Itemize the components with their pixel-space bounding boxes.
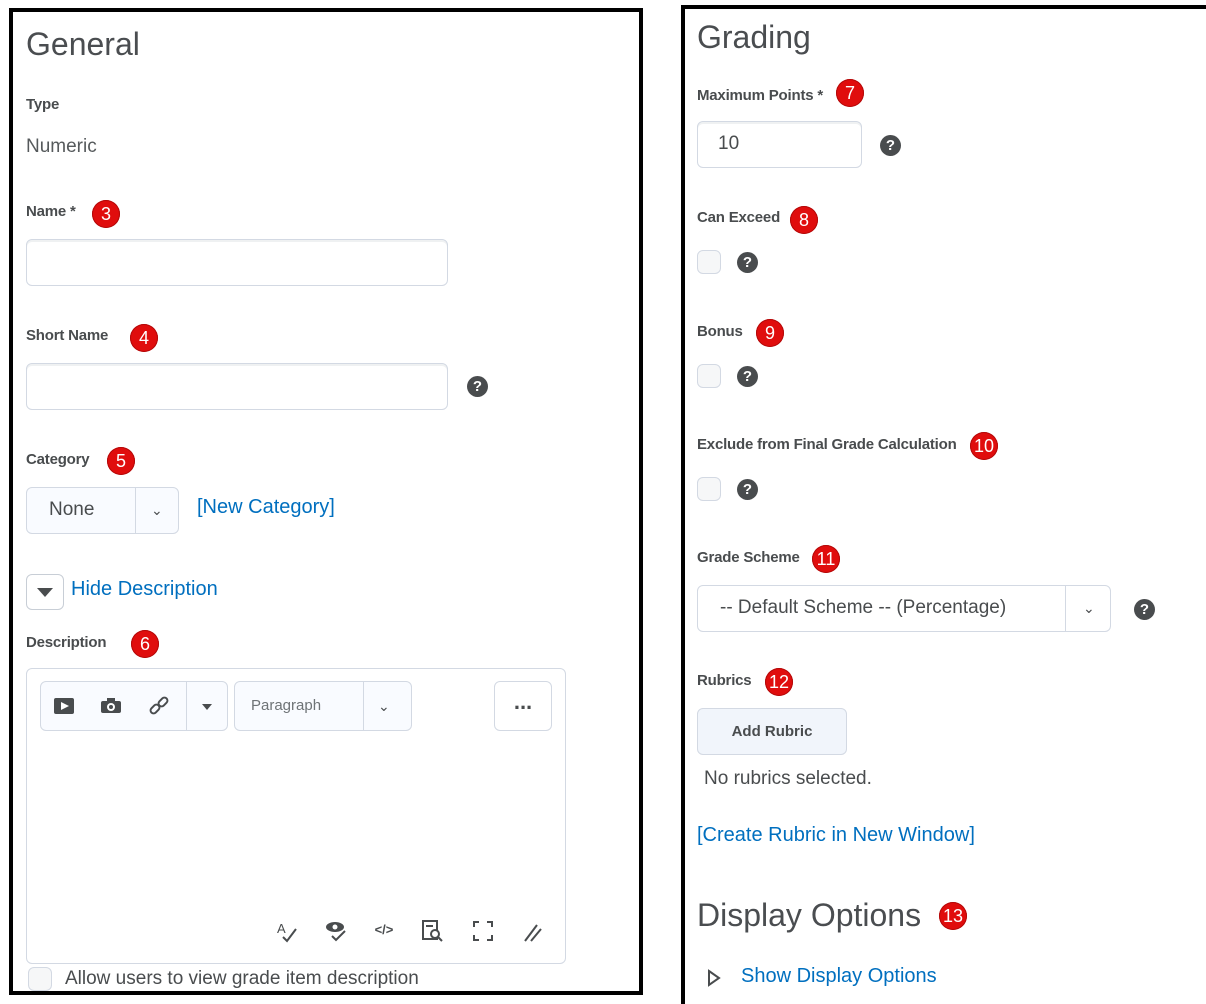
annotation-badge-10: 10 [970, 432, 998, 460]
chevron-down-icon: ⌄ [378, 698, 390, 714]
can-exceed-checkbox[interactable] [697, 250, 721, 274]
annotation-badge-6: 6 [131, 630, 159, 658]
grading-panel: Grading Maximum Points * 7 10 ? Can Exce… [681, 5, 1206, 1004]
bonus-checkbox[interactable] [697, 364, 721, 388]
chevron-down-icon: ⌄ [1083, 600, 1095, 616]
bonus-help-icon[interactable]: ? [737, 366, 758, 387]
more-options-button[interactable]: ... [494, 681, 552, 731]
camera-icon[interactable] [99, 696, 123, 716]
new-category-link[interactable]: [New Category] [197, 496, 335, 519]
bonus-label: Bonus [697, 323, 743, 340]
annotation-badge-13: 13 [939, 902, 967, 930]
type-label: Type [26, 96, 60, 113]
fullscreen-icon[interactable] [471, 919, 495, 943]
name-label: Name * [26, 203, 76, 220]
general-panel: General Type Numeric Name * 3 Short Name… [9, 8, 643, 995]
can-exceed-help-icon[interactable]: ? [737, 252, 758, 273]
svg-text:A: A [277, 921, 286, 936]
add-rubric-button[interactable]: Add Rubric [697, 708, 847, 755]
annotation-badge-8: 8 [790, 206, 818, 234]
exclude-help-icon[interactable]: ? [737, 479, 758, 500]
hide-description-toggle[interactable] [26, 574, 64, 610]
format-selected-value: Paragraph [251, 697, 322, 714]
short-name-label: Short Name [26, 327, 109, 344]
display-options-title: Display Options [697, 897, 922, 933]
hide-description-link[interactable]: Hide Description [71, 578, 218, 601]
create-rubric-link[interactable]: [Create Rubric in New Window] [697, 824, 975, 847]
category-select[interactable]: None ⌄ [26, 487, 179, 534]
allow-view-description-label: Allow users to view grade item descripti… [65, 968, 419, 989]
general-title: General [26, 26, 140, 62]
annotation-badge-5: 5 [107, 447, 135, 475]
exclude-label: Exclude from Final Grade Calculation [697, 436, 957, 453]
video-icon[interactable] [53, 696, 75, 716]
max-points-help-icon[interactable]: ? [880, 135, 901, 156]
annotation-badge-9: 9 [756, 319, 784, 347]
show-display-options-link[interactable]: Show Display Options [741, 965, 937, 988]
can-exceed-label: Can Exceed [697, 209, 781, 226]
caret-down-icon [37, 588, 53, 597]
category-label: Category [26, 451, 90, 468]
grade-scheme-help-icon[interactable]: ? [1134, 599, 1155, 620]
annotation-badge-4: 4 [130, 324, 158, 352]
no-rubrics-text: No rubrics selected. [704, 768, 872, 789]
name-input[interactable] [26, 239, 448, 286]
annotation-badge-3: 3 [92, 200, 120, 228]
description-editor[interactable]: Paragraph ⌄ ... A </> [26, 668, 566, 964]
rubrics-label: Rubrics [697, 672, 752, 689]
allow-view-description-checkbox[interactable] [28, 967, 52, 991]
type-value: Numeric [26, 136, 97, 157]
editor-insert-toolbar [40, 681, 228, 731]
annotation-badge-11: 11 [812, 545, 840, 573]
resize-icon[interactable] [521, 921, 543, 943]
grade-scheme-label: Grade Scheme [697, 549, 800, 566]
annotation-badge-12: 12 [765, 668, 793, 696]
format-select[interactable]: Paragraph ⌄ [234, 681, 412, 731]
annotation-badge-7: 7 [836, 79, 864, 107]
source-code-icon[interactable]: </> [372, 922, 396, 940]
grading-title: Grading [697, 19, 811, 55]
spellcheck-icon[interactable]: A [275, 919, 299, 943]
short-name-input[interactable] [26, 363, 448, 410]
chevron-down-icon: ⌄ [151, 502, 163, 518]
accessibility-check-icon[interactable] [323, 919, 349, 943]
grade-scheme-select[interactable]: -- Default Scheme -- (Percentage) ⌄ [697, 585, 1111, 632]
max-points-label: Maximum Points * [697, 87, 823, 104]
grade-scheme-selected-value: -- Default Scheme -- (Percentage) [720, 597, 1007, 618]
category-selected-value: None [49, 499, 95, 520]
description-label: Description [26, 634, 107, 651]
dropdown-icon[interactable] [197, 700, 217, 714]
caret-right-icon[interactable] [707, 969, 721, 987]
preview-icon[interactable] [421, 919, 445, 943]
exclude-checkbox[interactable] [697, 477, 721, 501]
link-icon[interactable] [147, 694, 171, 718]
short-name-help-icon[interactable]: ? [467, 376, 488, 397]
max-points-input[interactable]: 10 [697, 121, 862, 168]
